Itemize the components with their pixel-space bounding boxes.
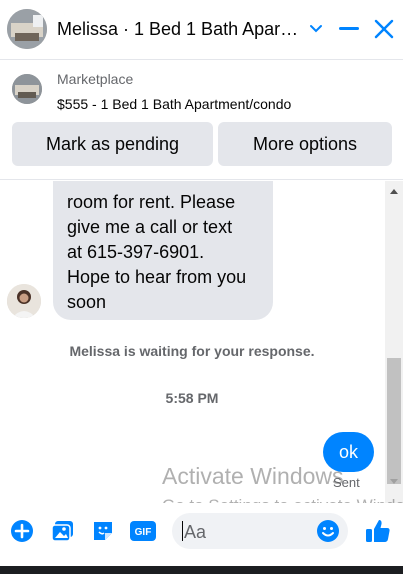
chat-header: Melissa · 1 Bed 1 Bath Apartment/condo <box>0 0 403 60</box>
incoming-message-bubble: room for rent. Please give me a call or … <box>53 181 273 320</box>
listing-thumbnail[interactable] <box>12 74 42 104</box>
scrollbar-thumb[interactable] <box>387 358 401 484</box>
message-list: room for rent. Please give me a call or … <box>0 181 403 503</box>
message-line: give me a call or text <box>67 217 233 237</box>
text-caret <box>182 521 183 541</box>
sticker-icon[interactable] <box>90 518 116 544</box>
message-line: room for rent. Please <box>67 192 236 212</box>
conversation-title[interactable]: Melissa · 1 Bed 1 Bath Apartment/condo <box>57 19 302 40</box>
plus-icon[interactable] <box>9 518 35 544</box>
svg-text:GIF: GIF <box>135 527 152 538</box>
waiting-notice: Melissa is waiting for your response. <box>69 343 315 359</box>
delivery-status: Sent <box>333 475 360 490</box>
marketplace-label: Marketplace <box>57 71 134 87</box>
avatar[interactable] <box>7 9 47 49</box>
photo-icon[interactable] <box>50 518 76 544</box>
listing-title[interactable]: $555 - 1 Bed 1 Bath Apartment/condo <box>57 96 291 112</box>
gif-icon[interactable]: GIF <box>129 518 157 544</box>
message-line: soon <box>67 292 107 312</box>
scroll-up-arrow-icon[interactable] <box>385 183 403 199</box>
taskbar-strip <box>0 566 403 574</box>
message-line: Hope to hear from you <box>67 267 247 287</box>
chat-window: Melissa · 1 Bed 1 Bath Apartment/condo M… <box>0 0 403 574</box>
emoji-icon[interactable] <box>315 518 341 544</box>
message-input-placeholder: Aa <box>184 522 207 542</box>
close-icon[interactable] <box>371 16 397 42</box>
message-timestamp: 5:58 PM <box>165 390 219 406</box>
chevron-down-icon[interactable] <box>303 16 329 42</box>
mark-as-pending-button[interactable]: Mark as pending <box>12 122 213 166</box>
message-composer: GIF Aa <box>0 503 403 563</box>
minimize-icon[interactable] <box>336 16 362 42</box>
thumbs-up-icon[interactable] <box>365 518 391 544</box>
outgoing-message-bubble: ok <box>323 432 374 472</box>
message-line: at 615-397-6901. <box>67 242 205 262</box>
marketplace-listing-card: Marketplace $555 - 1 Bed 1 Bath Apartmen… <box>0 60 403 180</box>
more-options-button[interactable]: More options <box>218 122 392 166</box>
scroll-down-arrow-icon[interactable] <box>385 474 403 490</box>
sender-avatar[interactable] <box>7 284 41 318</box>
